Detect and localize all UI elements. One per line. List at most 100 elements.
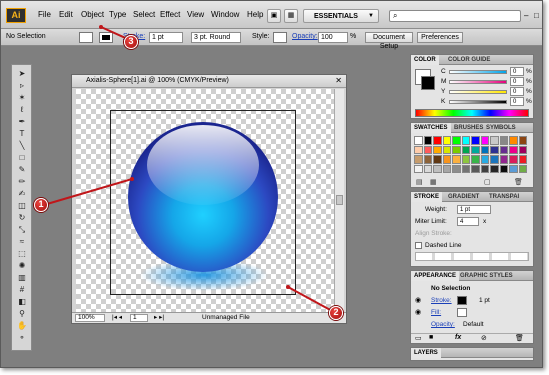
swatch[interactable] — [509, 164, 518, 173]
search-input[interactable]: ⌕ — [389, 10, 521, 22]
swatch[interactable] — [471, 145, 480, 154]
swatch[interactable] — [509, 145, 518, 154]
swatch[interactable] — [480, 136, 489, 145]
cyan-field[interactable]: 0 — [510, 67, 524, 76]
swatch[interactable] — [518, 155, 527, 164]
swatch[interactable] — [490, 136, 499, 145]
appearance-opacity-label[interactable]: Opacity: — [431, 321, 455, 328]
tab-stroke[interactable]: STROKE — [411, 192, 443, 202]
magenta-slider[interactable] — [449, 80, 507, 84]
swatch[interactable] — [471, 155, 480, 164]
swatch[interactable] — [499, 155, 508, 164]
document-tab[interactable]: Axialis-Sphere[1].ai @ 100% (CMYK/Previe… — [72, 75, 346, 88]
stroke-color-swatch[interactable] — [99, 32, 113, 43]
magenta-field[interactable]: 0 — [510, 77, 524, 86]
swatch[interactable] — [518, 164, 527, 173]
zoom-tool-icon[interactable]: ⚬ — [15, 332, 29, 343]
rotate-tool-icon[interactable]: ↻ — [15, 212, 29, 223]
swatch[interactable] — [433, 164, 442, 173]
dash-gap-fields[interactable] — [415, 252, 529, 261]
tab-color-guide[interactable]: COLOR GUIDE — [445, 55, 493, 65]
swatch[interactable] — [414, 164, 423, 173]
dashed-checkbox[interactable] — [415, 242, 422, 249]
miter-field[interactable]: 4 — [457, 217, 479, 226]
scale-tool-icon[interactable]: ⤡ — [15, 224, 29, 235]
eyedropper-tool-icon[interactable]: ⚲ — [15, 308, 29, 319]
gradient-tool-icon[interactable]: ◧ — [15, 296, 29, 307]
fill-color-swatch[interactable] — [79, 32, 93, 43]
appearance-stroke-swatch[interactable] — [457, 296, 467, 305]
swatch[interactable] — [414, 145, 423, 154]
swatch[interactable] — [490, 164, 499, 173]
color-spectrum[interactable] — [415, 109, 529, 117]
swatch[interactable] — [423, 164, 432, 173]
stroke-proxy-swatch[interactable] — [421, 76, 435, 90]
swatch[interactable] — [461, 145, 470, 154]
symbol-sprayer-tool-icon[interactable]: ✺ — [15, 260, 29, 271]
line-tool-icon[interactable]: ╲ — [15, 140, 29, 151]
menu-select[interactable]: Select — [133, 10, 155, 19]
delete-icon[interactable]: 🗑 — [515, 334, 524, 342]
magic-wand-tool-icon[interactable]: ✶ — [15, 92, 29, 103]
swatch[interactable] — [480, 155, 489, 164]
document-setup-button[interactable]: Document Setup — [365, 32, 413, 50]
swatch[interactable] — [433, 145, 442, 154]
graph-tool-icon[interactable]: ▥ — [15, 272, 29, 283]
swatch[interactable] — [518, 145, 527, 154]
swatch[interactable] — [461, 155, 470, 164]
yellow-slider[interactable] — [449, 90, 507, 94]
swatch[interactable] — [442, 145, 451, 154]
mesh-tool-icon[interactable]: # — [15, 284, 29, 295]
menu-effect[interactable]: Effect — [160, 10, 180, 19]
menu-object[interactable]: Object — [81, 10, 104, 19]
canvas[interactable] — [76, 89, 334, 314]
artboard-nav-icon[interactable]: |◂ ◂ — [112, 313, 122, 323]
black-slider[interactable] — [449, 100, 507, 104]
yellow-field[interactable]: 0 — [510, 87, 524, 96]
pen-tool-icon[interactable]: ✒ — [15, 116, 29, 127]
swatch[interactable] — [423, 136, 432, 145]
rectangle-tool-icon[interactable]: □ — [15, 152, 29, 163]
swatch[interactable] — [452, 164, 461, 173]
weight-field[interactable]: 1 pt — [457, 205, 491, 214]
swatch[interactable] — [461, 164, 470, 173]
swatch[interactable] — [509, 136, 518, 145]
swatch[interactable] — [518, 136, 527, 145]
eye-icon[interactable]: ◉ — [415, 296, 421, 304]
swatch[interactable] — [433, 155, 442, 164]
stroke-weight-field[interactable]: 1 pt — [149, 32, 183, 43]
tab-graphic-styles[interactable]: GRAPHIC STYLES — [457, 271, 516, 281]
sphere-artwork[interactable] — [76, 89, 334, 314]
cyan-slider[interactable] — [449, 70, 507, 74]
lasso-tool-icon[interactable]: ℓ — [15, 104, 29, 115]
minimize-icon[interactable]: – — [524, 11, 528, 20]
swatch[interactable] — [471, 164, 480, 173]
new-layer-icon[interactable]: ▭ — [415, 334, 422, 342]
swatch[interactable] — [480, 164, 489, 173]
pencil-tool-icon[interactable]: ✏ — [15, 176, 29, 187]
zoom-field[interactable]: 100% — [75, 314, 105, 322]
opacity-field[interactable]: 100 — [318, 32, 348, 43]
menu-view[interactable]: View — [187, 10, 204, 19]
swatch-library-icon[interactable]: ▤ — [416, 178, 423, 186]
swatch[interactable] — [414, 136, 423, 145]
menu-edit[interactable]: Edit — [59, 10, 73, 19]
paintbrush-tool-icon[interactable]: ✎ — [15, 164, 29, 175]
tab-layers[interactable]: LAYERS — [411, 348, 441, 358]
appearance-stroke-label[interactable]: Stroke: — [431, 297, 452, 304]
bridge-button[interactable]: ▣ — [267, 9, 281, 23]
swatch[interactable] — [471, 136, 480, 145]
graphic-style-picker[interactable] — [273, 32, 287, 43]
artboard-nav-next-icon[interactable]: ▸ ▸| — [154, 313, 164, 323]
menu-window[interactable]: Window — [211, 10, 239, 19]
swatch[interactable] — [442, 164, 451, 173]
swatch[interactable] — [452, 155, 461, 164]
clear-icon[interactable]: ⊘ — [481, 334, 487, 342]
swatch[interactable] — [490, 155, 499, 164]
swatch[interactable] — [499, 145, 508, 154]
swatch[interactable] — [423, 155, 432, 164]
swatch[interactable] — [480, 145, 489, 154]
preferences-button[interactable]: Preferences — [417, 32, 463, 43]
tab-gradient[interactable]: GRADIENT — [445, 192, 482, 202]
swatch[interactable] — [509, 155, 518, 164]
